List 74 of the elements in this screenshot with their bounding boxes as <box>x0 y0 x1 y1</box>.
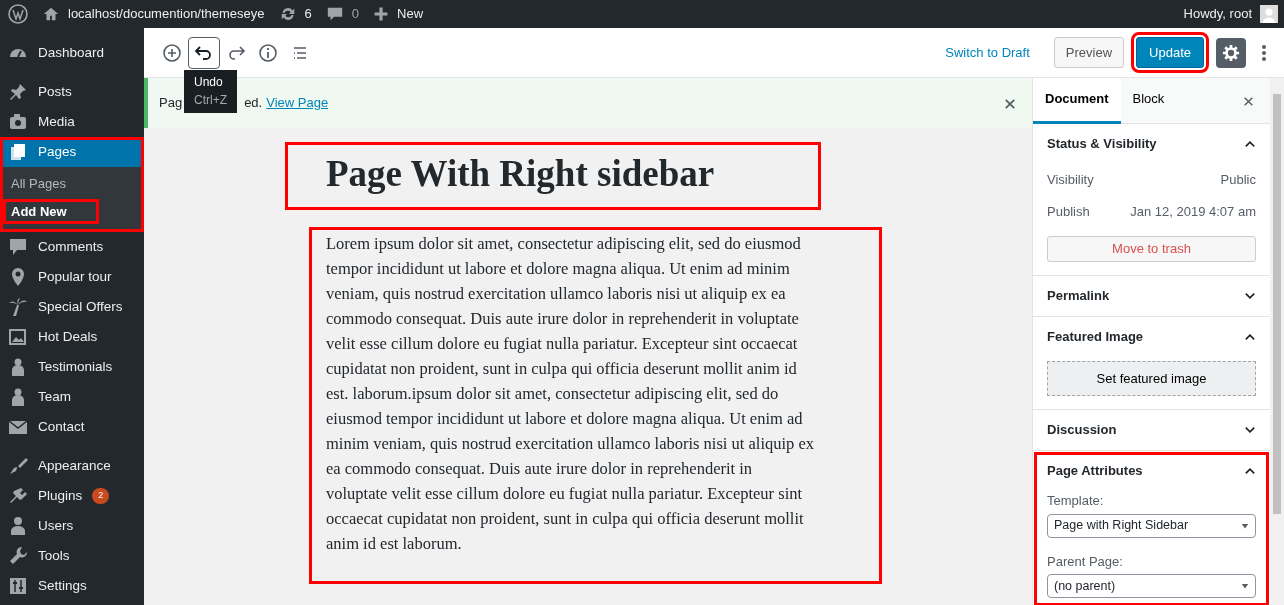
panel-header[interactable]: Permalink <box>1047 276 1256 316</box>
set-featured-image-button[interactable]: Set featured image <box>1047 361 1256 396</box>
pushpin-icon <box>8 82 28 102</box>
sidebar-tab[interactable]: Block <box>1120 78 1177 124</box>
panel-header[interactable]: Status & Visibility <box>1047 124 1256 164</box>
menu-item[interactable]: Team <box>0 382 144 412</box>
select-field[interactable]: (no parent) <box>1047 574 1256 598</box>
menu-item[interactable]: Media <box>0 107 144 137</box>
tooltip: Undo Ctrl+Z <box>184 70 237 113</box>
undo-button[interactable] <box>188 36 220 69</box>
menu-item[interactable]: Posts <box>0 77 144 107</box>
field-label: Parent Page: <box>1047 552 1124 571</box>
field-label: Visibility <box>1047 171 1094 190</box>
wrench-icon <box>8 546 28 566</box>
palm-tree-icon <box>8 297 28 317</box>
count-badge: 2 <box>92 488 110 504</box>
menu-item[interactable]: Appearance <box>0 451 144 481</box>
select-field[interactable]: Page with Right Sidebar <box>1047 513 1256 538</box>
menu-item[interactable]: Plugins 2 <box>0 481 144 511</box>
camera-icon <box>8 112 28 132</box>
dropdown-arrow-icon <box>1241 582 1249 590</box>
wordpress-logo-icon[interactable] <box>8 4 28 24</box>
panel-header[interactable]: Featured Image <box>1047 317 1256 357</box>
paintbrush-icon <box>8 456 28 476</box>
close-icon <box>1004 97 1016 110</box>
menu-item[interactable]: Dashboard <box>0 38 144 77</box>
menu-item[interactable]: Tools <box>0 541 144 571</box>
updates-link[interactable]: 6 <box>278 4 312 24</box>
preview-button[interactable]: Preview <box>1053 36 1125 69</box>
notice-text: ed. <box>244 94 263 113</box>
value-link[interactable]: Jan 12, 2019 4:07 am <box>1130 202 1256 222</box>
field-label: Publish <box>1047 203 1090 222</box>
account-link[interactable]: Howdy, root <box>1183 4 1278 24</box>
comments-link[interactable]: 0 <box>325 4 360 24</box>
dropdown-arrow-icon <box>1241 521 1249 530</box>
sidebar-tab[interactable]: Document <box>1033 78 1121 124</box>
picture-frame-icon <box>8 327 28 347</box>
panel-header[interactable]: Page Attributes <box>1047 451 1256 491</box>
notice-text: Pag <box>159 94 183 113</box>
person-icon <box>8 516 28 536</box>
info-icon <box>258 42 278 63</box>
panel-header[interactable]: Discussion <box>1047 410 1256 450</box>
field-label: Template: <box>1047 492 1105 510</box>
menu-item[interactable]: Settings <box>0 571 144 601</box>
move-to-trash-button[interactable]: Move to trash <box>1047 236 1256 262</box>
close-icon <box>1243 95 1254 107</box>
post-paragraph[interactable]: Lorem ipsum dolor sit amet, consectetur adipiscing elit, sed do eiusmod tempor incididunt ut labore et dolore magna aliqua. Ut enim ad minim veniam, quis nostrud exercitation ullamco laboris nisi ut aliquip ex ea commodo consequat. Duis aute irure dolor in reprehenderit in voluptate velit esse cillum dolore eu fugiat nulla pariatur. Excepteur sint occaecat cupidatat non proident, sunt in culpa qui officia deserunt mollit anim id est. laborum.ipsum dolor sit amet, consectetur adipiscing elit, sed do eiusmod tempor incididunt ut labore et dolore magna aliqua. Ut enim ad minim veniam, quis nostrud exercitation ullamco laboris nisi ut aliquip ex ea commodo consequat. Duis aute irure dolor in reprehenderit in voluptate velit esse cillum dolore eu fugiat nulla pariatur. Excepteur sint occaecat cupidatat non proident, sunt in culpa qui officia deserunt mollit anim id est laborum. <box>309 226 882 584</box>
new-link[interactable]: New <box>373 4 424 24</box>
menu-item[interactable]: Special Offers <box>0 292 144 322</box>
menu-item[interactable]: Comments <box>0 232 144 262</box>
menu-item[interactable]: Hot Deals <box>0 322 144 352</box>
switch-to-draft-link[interactable]: Switch to Draft <box>945 42 1030 63</box>
submenu-item[interactable]: Add New <box>3 198 99 224</box>
settings-icon <box>1222 42 1240 63</box>
plug-icon <box>8 486 28 506</box>
plus-icon <box>373 6 390 22</box>
home-icon <box>42 5 60 23</box>
pages-icon <box>8 142 28 162</box>
view-page-link[interactable]: View Page <box>266 93 329 113</box>
menu-item[interactable]: Popular tour <box>0 262 144 292</box>
menu-item[interactable]: Testimonials <box>0 352 144 382</box>
more-icon <box>1261 42 1267 63</box>
add-block-icon <box>162 42 182 63</box>
menu-item[interactable]: Contact <box>0 412 144 451</box>
submenu-item[interactable]: All Pages <box>0 171 144 197</box>
post-title[interactable]: Page With Right sidebar <box>285 142 821 210</box>
speech-bubble-icon <box>8 237 28 257</box>
sliders-icon <box>8 576 28 596</box>
site-link[interactable]: localhost/documention/themeseye <box>42 4 265 24</box>
avatar-icon <box>1260 5 1278 23</box>
menu-item[interactable]: Users <box>0 511 144 541</box>
settings-button[interactable] <box>1216 37 1246 68</box>
value-link[interactable]: Public <box>1220 170 1256 190</box>
menu-item[interactable]: Pages <box>0 137 144 167</box>
